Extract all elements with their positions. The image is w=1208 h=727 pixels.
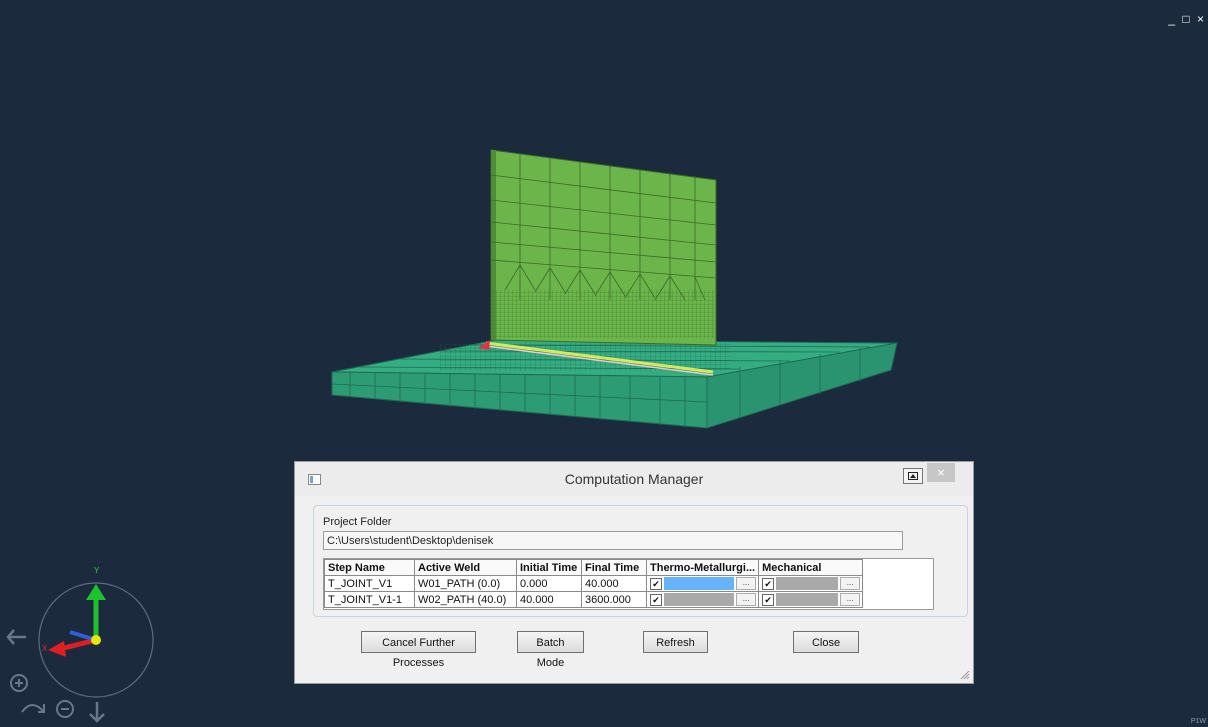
computation-manager-dialog: Computation Manager × Project Folder C:\… bbox=[294, 461, 974, 684]
close-window-button[interactable]: × bbox=[927, 463, 955, 482]
thermo-selection bbox=[664, 577, 735, 590]
mechanical-checkbox[interactable]: ✔ bbox=[762, 578, 775, 590]
y-axis-label: Y bbox=[94, 566, 100, 575]
thermo-options-button[interactable]: ... bbox=[736, 593, 757, 606]
cancel-further-processes-button[interactable]: Cancel Further Processes bbox=[361, 631, 476, 669]
restore-button[interactable] bbox=[903, 468, 923, 484]
project-folder-field[interactable]: C:\Users\student\Desktop\denisek bbox=[323, 531, 903, 550]
batch-mode-button[interactable]: Batch Mode bbox=[517, 631, 584, 669]
cell-mechanical[interactable]: ✔ ... bbox=[758, 591, 864, 608]
col-header-active-weld[interactable]: Active Weld bbox=[414, 559, 517, 576]
mechanical-options-button[interactable]: ... bbox=[840, 593, 861, 606]
thermo-options-button[interactable]: ... bbox=[736, 577, 757, 590]
mechanical-checkbox[interactable]: ✔ bbox=[762, 594, 775, 606]
cell-thermo[interactable]: ✔ ... bbox=[645, 591, 760, 608]
resize-grip-icon[interactable] bbox=[960, 670, 970, 680]
zoom-in-icon[interactable] bbox=[10, 674, 28, 692]
thermo-checkbox[interactable]: ✔ bbox=[650, 578, 662, 590]
restore-icon bbox=[908, 472, 918, 480]
steps-table: Step Name Active Weld Initial Time Final… bbox=[323, 558, 934, 610]
cell-initial-time[interactable]: 0.000 bbox=[516, 575, 582, 592]
cell-active-weld[interactable]: W01_PATH (0.0) bbox=[414, 575, 517, 592]
refresh-button[interactable]: Refresh bbox=[643, 631, 708, 653]
cell-thermo[interactable]: ✔ ... bbox=[645, 575, 760, 592]
col-header-initial-time[interactable]: Initial Time bbox=[516, 559, 582, 576]
cell-step-name[interactable]: T_JOINT_V1 bbox=[324, 575, 415, 592]
thermo-checkbox[interactable]: ✔ bbox=[650, 594, 662, 606]
thermo-field bbox=[664, 593, 735, 606]
table-row[interactable]: T_JOINT_V1-1 W02_PATH (40.0) 40.000 3600… bbox=[324, 591, 864, 608]
cell-final-time[interactable]: 40.000 bbox=[581, 575, 647, 592]
col-header-step-name[interactable]: Step Name bbox=[324, 559, 415, 576]
axis-triad[interactable]: Y X bbox=[38, 566, 154, 698]
table-row[interactable]: T_JOINT_V1 W01_PATH (0.0) 0.000 40.000 ✔… bbox=[324, 575, 864, 592]
corner-tag: P1W bbox=[1190, 718, 1206, 725]
base-plate-mesh bbox=[331, 339, 898, 429]
x-axis-label: X bbox=[42, 644, 48, 653]
cell-mechanical[interactable]: ✔ ... bbox=[758, 575, 864, 592]
col-header-thermo[interactable]: Thermo-Metallurgi... bbox=[645, 559, 760, 576]
cell-step-name[interactable]: T_JOINT_V1-1 bbox=[324, 591, 415, 608]
nav-down-arrow-icon[interactable] bbox=[89, 702, 105, 723]
mechanical-field bbox=[776, 577, 839, 590]
mechanical-options-button[interactable]: ... bbox=[840, 577, 861, 590]
cell-final-time[interactable]: 3600.000 bbox=[581, 591, 647, 608]
table-header-row: Step Name Active Weld Initial Time Final… bbox=[324, 559, 864, 576]
nav-left-arrow-icon[interactable] bbox=[6, 629, 26, 645]
dialog-titlebar[interactable]: Computation Manager × bbox=[295, 462, 973, 496]
col-header-mechanical[interactable]: Mechanical bbox=[758, 559, 864, 576]
close-button[interactable]: Close bbox=[793, 631, 859, 653]
dialog-title: Computation Manager bbox=[564, 471, 704, 487]
mechanical-field bbox=[776, 593, 839, 606]
zoom-out-icon[interactable] bbox=[56, 700, 74, 718]
col-header-final-time[interactable]: Final Time bbox=[581, 559, 647, 576]
rotate-icon[interactable] bbox=[21, 704, 45, 713]
cell-active-weld[interactable]: W02_PATH (40.0) bbox=[414, 591, 517, 608]
cell-initial-time[interactable]: 40.000 bbox=[516, 591, 582, 608]
project-folder-label: Project Folder bbox=[323, 516, 392, 528]
window-controls[interactable]: _ □ × bbox=[1168, 12, 1206, 26]
